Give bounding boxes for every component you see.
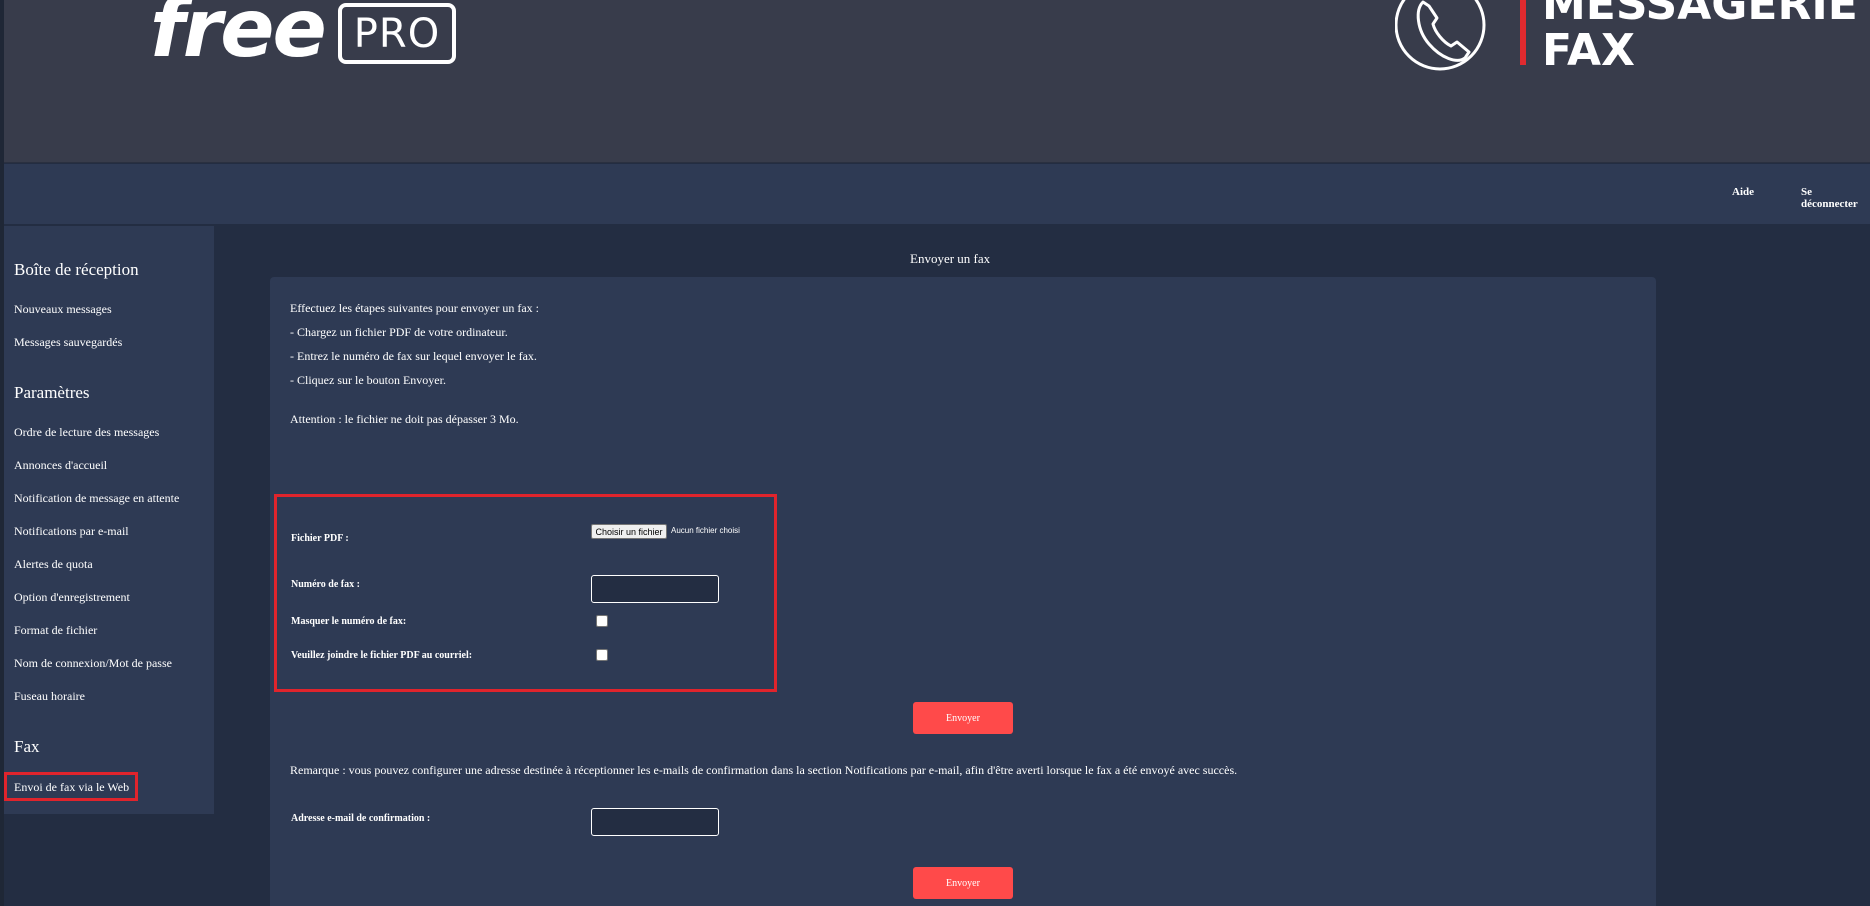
hide-number-label: Masquer le numéro de fax: [291, 616, 407, 627]
choose-file-button[interactable]: Choisir un fichier [591, 524, 667, 539]
send-button[interactable]: Envoyer [913, 702, 1013, 734]
sidebar-item-login-password[interactable]: Nom de connexion/Mot de passe [14, 656, 172, 671]
pdf-file-label: Fichier PDF : [291, 533, 349, 544]
phone-icon [1395, 0, 1486, 71]
top-nav [4, 164, 1870, 224]
fax-number-label: Numéro de fax : [291, 579, 360, 590]
sidebar-item-recording-option[interactable]: Option d'enregistrement [14, 590, 130, 605]
pro-logo: PRO [338, 3, 456, 64]
send-email-button[interactable]: Envoyer [913, 867, 1013, 899]
page-title: Envoyer un fax [910, 251, 991, 266]
size-warning: Attention : le fichier ne doit pas dépas… [290, 412, 519, 426]
fax-number-input[interactable] [591, 575, 719, 603]
sidebar-item-saved-messages[interactable]: Messages sauvegardés [14, 335, 122, 350]
confirm-email-label: Adresse e-mail de confirmation : [291, 813, 431, 824]
sidebar-item-greetings[interactable]: Annonces d'accueil [14, 458, 107, 473]
sidebar-item-email-notifications[interactable]: Notifications par e-mail [14, 524, 129, 539]
app-title-line1: MESSAGERIE [1542, 0, 1858, 30]
free-logo: free [150, 0, 327, 75]
attach-pdf-label: Veuillez joindre le fichier PDF au courr… [291, 650, 473, 661]
sidebar-heading-fax: Fax [14, 737, 40, 756]
sidebar-item-timezone[interactable]: Fuseau horaire [14, 689, 85, 704]
sidebar-item-waiting-notification[interactable]: Notification de message en attente [14, 491, 179, 506]
sidebar-item-web-fax[interactable]: Envoi de fax via le Web [14, 780, 129, 795]
instruction-step-1: - Chargez un fichier PDF de votre ordina… [290, 325, 508, 339]
attach-pdf-checkbox[interactable] [596, 649, 608, 661]
remark-text: Remarque : vous pouvez configurer une ad… [290, 763, 1238, 777]
sidebar-item-reading-order[interactable]: Ordre de lecture des messages [14, 425, 159, 440]
title-divider [1520, 0, 1526, 65]
logout-link[interactable]: Se déconnecter [1801, 186, 1870, 210]
instruction-intro: Effectuez les étapes suivantes pour envo… [290, 301, 540, 315]
sidebar-item-file-format[interactable]: Format de fichier [14, 623, 97, 638]
file-status: Aucun fichier choisi [671, 526, 740, 535]
help-link[interactable]: Aide [1732, 186, 1754, 198]
app-title-line2: FAX [1542, 25, 1635, 76]
sidebar-item-quota-alerts[interactable]: Alertes de quota [14, 557, 93, 572]
app-title: MESSAGERIE FAX [1542, 0, 1858, 74]
sidebar-heading-inbox: Boîte de réception [14, 260, 139, 279]
sidebar-item-new-messages[interactable]: Nouveaux messages [14, 302, 112, 317]
instruction-step-2: - Entrez le numéro de fax sur lequel env… [290, 349, 537, 363]
confirm-email-input[interactable] [591, 808, 719, 836]
instruction-step-3: - Cliquez sur le bouton Envoyer. [290, 373, 446, 387]
sidebar-heading-settings: Paramètres [14, 383, 90, 402]
hide-number-checkbox[interactable] [596, 615, 608, 627]
